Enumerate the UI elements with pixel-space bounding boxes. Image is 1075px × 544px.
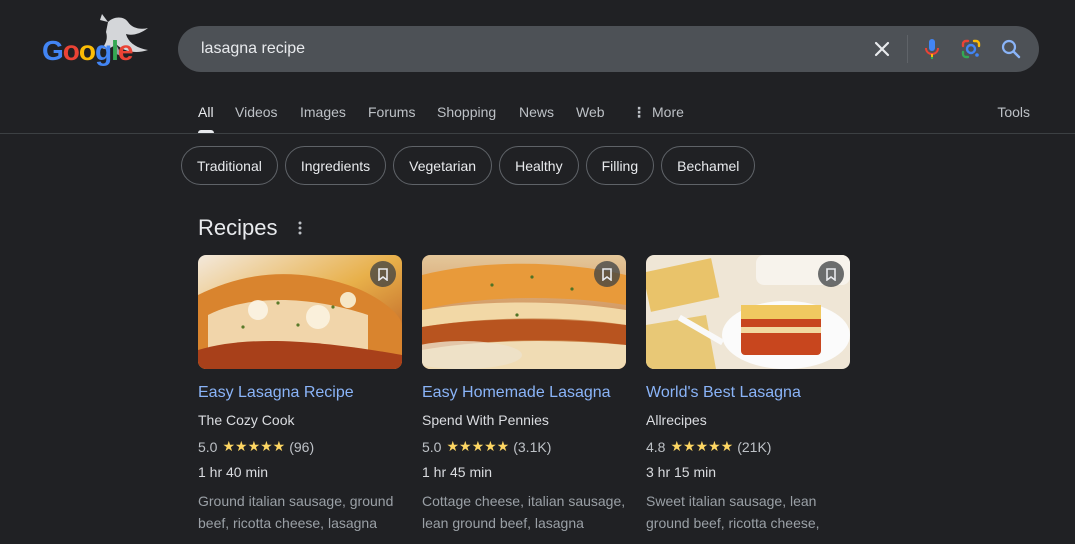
- tools-button[interactable]: Tools: [997, 100, 1030, 133]
- recipe-ingredients: Cottage cheese, italian sausage, lean gr…: [422, 493, 626, 531]
- recipe-rating: 5.0 ★★★★★ (96): [198, 438, 314, 455]
- recipe-rating: 5.0 ★★★★★ (3.1K): [422, 438, 551, 455]
- recipe-title-link[interactable]: Easy Lasagna Recipe: [198, 384, 354, 402]
- recipe-thumbnail[interactable]: [646, 255, 850, 369]
- recipe-source: Allrecipes: [646, 412, 707, 428]
- close-icon[interactable]: [870, 37, 894, 61]
- logo-letter: o: [78, 35, 96, 66]
- review-count: (3.1K): [513, 438, 552, 455]
- bookmark-icon[interactable]: [818, 261, 844, 287]
- search-bar: [178, 26, 1039, 72]
- tab-shopping[interactable]: Shopping: [437, 100, 496, 133]
- tab-forums[interactable]: Forums: [368, 100, 415, 133]
- rating-value: 4.8: [646, 438, 666, 455]
- tab-news[interactable]: News: [519, 100, 554, 133]
- more-vert-icon[interactable]: [293, 216, 307, 240]
- tab-all[interactable]: All: [198, 100, 214, 133]
- recipe-source: The Cozy Cook: [198, 412, 295, 428]
- recipe-card[interactable]: Easy Homemade Lasagna Spend With Pennies…: [422, 255, 626, 531]
- recipe-card[interactable]: World's Best Lasagna Allrecipes 4.8 ★★★★…: [646, 255, 850, 531]
- star-icons: ★★★★★: [670, 438, 734, 454]
- tabs-divider: [0, 133, 1075, 134]
- chip-bechamel[interactable]: Bechamel: [661, 146, 756, 185]
- review-count: (21K): [737, 438, 772, 455]
- recipe-title-link[interactable]: Easy Homemade Lasagna: [422, 384, 611, 402]
- search-input[interactable]: [199, 26, 870, 72]
- chip-ingredients[interactable]: Ingredients: [284, 146, 387, 185]
- logo-letter: G: [42, 35, 64, 66]
- recipe-ingredients: Ground italian sausage, ground beef, ric…: [198, 493, 394, 531]
- recipe-card[interactable]: Easy Lasagna Recipe The Cozy Cook 5.0 ★★…: [198, 255, 402, 531]
- bookmark-icon[interactable]: [370, 261, 396, 287]
- recipes-header: Recipes: [198, 215, 307, 241]
- tab-more-label: More: [652, 104, 684, 120]
- chip-traditional[interactable]: Traditional: [181, 146, 278, 185]
- google-logo[interactable]: Google: [36, 8, 176, 68]
- search-bar-divider: [907, 35, 908, 63]
- logo-letter: e: [117, 35, 134, 66]
- recipe-title-link[interactable]: World's Best Lasagna: [646, 384, 801, 402]
- recipes-title: Recipes: [198, 215, 278, 240]
- search-icon[interactable]: [999, 37, 1023, 61]
- more-vert-icon: ⋮: [632, 104, 646, 120]
- recipe-thumbnail[interactable]: [422, 255, 626, 369]
- search-tabs: All Videos Images Forums Shopping News W…: [188, 100, 1075, 133]
- refinement-chips: Traditional Ingredients Vegetarian Healt…: [181, 146, 762, 185]
- recipe-time: 1 hr 40 min: [198, 464, 269, 480]
- recipe-time: 3 hr 15 min: [646, 464, 717, 480]
- logo-wordmark: Google: [42, 35, 134, 67]
- tab-videos[interactable]: Videos: [235, 100, 278, 133]
- recipe-time: 1 hr 45 min: [422, 464, 493, 480]
- bookmark-icon[interactable]: [594, 261, 620, 287]
- logo-letter: g: [95, 35, 112, 66]
- chip-healthy[interactable]: Healthy: [499, 146, 579, 185]
- recipe-thumbnail[interactable]: [198, 255, 402, 369]
- search-bar-actions: [870, 35, 1023, 63]
- rating-value: 5.0: [198, 438, 218, 455]
- chip-filling[interactable]: Filling: [585, 146, 655, 185]
- tab-web[interactable]: Web: [576, 100, 605, 133]
- microphone-icon[interactable]: [920, 37, 944, 61]
- review-count: (96): [289, 438, 315, 455]
- recipe-ingredients: Sweet italian sausage, lean ground beef,…: [646, 493, 820, 531]
- recipe-rating: 4.8 ★★★★★ (21K): [646, 438, 771, 455]
- logo-letter: o: [62, 35, 80, 66]
- star-icons: ★★★★★: [446, 438, 510, 454]
- tab-more[interactable]: ⋮ More: [632, 100, 684, 133]
- logo-letter: l: [111, 35, 119, 66]
- rating-value: 5.0: [422, 438, 442, 455]
- google-lens-icon[interactable]: [959, 37, 983, 61]
- tab-images[interactable]: Images: [300, 100, 346, 133]
- star-icons: ★★★★★: [222, 438, 286, 454]
- chip-vegetarian[interactable]: Vegetarian: [393, 146, 493, 185]
- recipe-source: Spend With Pennies: [422, 412, 549, 428]
